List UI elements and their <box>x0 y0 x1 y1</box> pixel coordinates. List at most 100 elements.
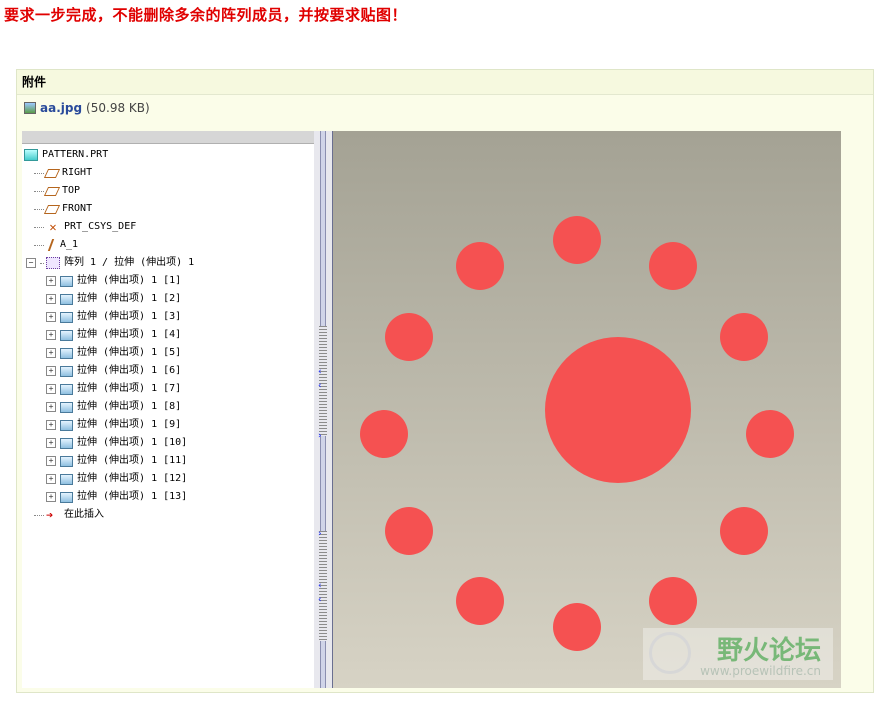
axis-icon <box>47 239 59 251</box>
tree-item-part[interactable]: PATTERN.PRT <box>24 146 108 164</box>
tree-item-label: 拉伸 (伸出项) 1 [9] <box>77 419 182 430</box>
tree-item-label: 拉伸 (伸出项) 1 [5] <box>77 347 182 358</box>
tree-item-extrude[interactable]: + 拉伸 (伸出项) 1 [1] <box>46 272 181 290</box>
tree-item-extrude[interactable]: + 拉伸 (伸出项) 1 [10] <box>46 434 187 452</box>
tree-item-label: 拉伸 (伸出项) 1 [10] <box>77 437 188 448</box>
extrude-icon <box>60 347 73 359</box>
tree-item-extrude[interactable]: + 拉伸 (伸出项) 1 [12] <box>46 470 187 488</box>
tree-item-extrude[interactable]: + 拉伸 (伸出项) 1 [6] <box>46 362 181 380</box>
extrude-icon <box>60 275 73 287</box>
butterfly-logo-icon <box>649 632 691 674</box>
expand-icon[interactable]: + <box>46 492 56 502</box>
tree-item-csys[interactable]: ✕ PRT_CSYS_DEF <box>34 218 136 236</box>
tree-item-label: 拉伸 (伸出项) 1 [8] <box>77 401 182 412</box>
tree-item-extrude[interactable]: + 拉伸 (伸出项) 1 [2] <box>46 290 181 308</box>
expand-icon[interactable]: + <box>46 438 56 448</box>
model-tree-header <box>22 131 314 144</box>
attachment-header: 附件 <box>17 70 873 95</box>
embedded-screenshot: PATTERN.PRT RIGHT TOP FRONT ✕ PRT_CSYS_D… <box>22 131 841 688</box>
tree-item-label: 拉伸 (伸出项) 1 [7] <box>77 383 182 394</box>
tree-item-insert-here[interactable]: ➔ 在此插入 <box>34 506 104 524</box>
pattern-circle <box>385 507 433 555</box>
model-tree: PATTERN.PRT RIGHT TOP FRONT ✕ PRT_CSYS_D… <box>22 131 315 688</box>
chevron-right-icon[interactable]: › <box>318 431 322 441</box>
tree-item-extrude[interactable]: + 拉伸 (伸出项) 1 [13] <box>46 488 187 506</box>
extrude-icon <box>60 311 73 323</box>
watermark-text: 野火论坛 <box>716 636 821 666</box>
tree-item-right[interactable]: RIGHT <box>34 164 92 182</box>
tree-item-label: A_1 <box>60 239 79 250</box>
panel-splitter[interactable]: ‹ ‹ › › ‹ ‹ <box>314 131 333 688</box>
expand-icon[interactable]: + <box>46 420 56 430</box>
expand-icon[interactable]: + <box>46 456 56 466</box>
part-icon <box>24 149 38 161</box>
tree-item-extrude[interactable]: + 拉伸 (伸出项) 1 [4] <box>46 326 181 344</box>
extrude-icon <box>60 365 73 377</box>
expand-icon[interactable]: + <box>46 276 56 286</box>
attachment-link[interactable]: aa.jpg <box>40 101 82 115</box>
pattern-circle <box>649 242 697 290</box>
tree-item-pattern[interactable]: − 阵列 1 / 拉伸 (伸出项) 1 <box>26 254 194 272</box>
pattern-circle <box>360 410 408 458</box>
expand-icon[interactable]: + <box>46 402 56 412</box>
expand-icon[interactable]: + <box>46 348 56 358</box>
extrude-icon <box>60 401 73 413</box>
extrude-icon <box>60 293 73 305</box>
extrude-icon <box>60 383 73 395</box>
pattern-circle <box>720 313 768 361</box>
chevron-left-icon[interactable]: ‹ <box>318 367 322 377</box>
pattern-circle <box>385 313 433 361</box>
extrude-icon <box>60 329 73 341</box>
tree-item-label: 阵列 1 / 拉伸 (伸出项) 1 <box>64 257 195 268</box>
expand-icon[interactable]: + <box>46 384 56 394</box>
tree-item-front[interactable]: FRONT <box>34 200 92 218</box>
tree-item-label: 在此插入 <box>64 509 104 520</box>
tree-item-extrude[interactable]: + 拉伸 (伸出项) 1 [5] <box>46 344 181 362</box>
extrude-icon <box>60 437 73 449</box>
pattern-icon <box>46 257 60 269</box>
chevron-left-icon[interactable]: ‹ <box>318 581 322 591</box>
watermark-url: www.proewildfire.cn <box>700 664 821 678</box>
pattern-circle <box>746 410 794 458</box>
tree-item-label: 拉伸 (伸出项) 1 [1] <box>77 275 182 286</box>
chevron-left-icon[interactable]: ‹ <box>318 381 322 391</box>
tree-item-extrude[interactable]: + 拉伸 (伸出项) 1 [11] <box>46 452 187 470</box>
expand-icon[interactable]: + <box>46 474 56 484</box>
expand-icon[interactable]: + <box>46 312 56 322</box>
tree-item-axis[interactable]: A_1 <box>34 236 78 254</box>
datum-plane-icon <box>43 186 61 196</box>
tree-item-extrude[interactable]: + 拉伸 (伸出项) 1 [8] <box>46 398 181 416</box>
expand-icon[interactable]: + <box>46 294 56 304</box>
tree-item-label: 拉伸 (伸出项) 1 [2] <box>77 293 182 304</box>
attachment-size: (50.98 KB) <box>86 101 150 115</box>
tree-item-label: FRONT <box>62 203 93 214</box>
datum-plane-icon <box>43 168 61 178</box>
tree-item-extrude[interactable]: + 拉伸 (伸出项) 1 [9] <box>46 416 181 434</box>
attachment-file: aa.jpg (50.98 KB) <box>24 101 150 115</box>
collapse-icon[interactable]: − <box>26 258 36 268</box>
extrude-icon <box>60 455 73 467</box>
tree-item-label: 拉伸 (伸出项) 1 [6] <box>77 365 182 376</box>
tree-item-label: RIGHT <box>62 167 93 178</box>
extrude-icon <box>60 491 73 503</box>
csys-icon: ✕ <box>49 220 57 234</box>
pattern-circle <box>553 603 601 651</box>
post-headline: 要求一步完成，不能删除多余的阵列成员，并按要求贴图！ <box>4 6 408 24</box>
chevron-left-icon[interactable]: ‹ <box>318 595 322 605</box>
tree-item-label: PATTERN.PRT <box>42 149 109 160</box>
tree-item-extrude[interactable]: + 拉伸 (伸出项) 1 [3] <box>46 308 181 326</box>
pattern-circle <box>553 216 601 264</box>
image-file-icon <box>24 102 36 114</box>
expand-icon[interactable]: + <box>46 330 56 340</box>
tree-item-extrude[interactable]: + 拉伸 (伸出项) 1 [7] <box>46 380 181 398</box>
tree-item-label: 拉伸 (伸出项) 1 [3] <box>77 311 182 322</box>
3d-viewport[interactable]: 野火论坛 www.proewildfire.cn <box>333 131 841 688</box>
tree-item-label: TOP <box>62 185 81 196</box>
extrude-icon <box>60 419 73 431</box>
chevron-right-icon[interactable]: › <box>318 529 322 539</box>
center-circle <box>545 337 691 483</box>
forum-watermark: 野火论坛 www.proewildfire.cn <box>643 628 833 680</box>
extrude-icon <box>60 473 73 485</box>
tree-item-top[interactable]: TOP <box>34 182 80 200</box>
expand-icon[interactable]: + <box>46 366 56 376</box>
